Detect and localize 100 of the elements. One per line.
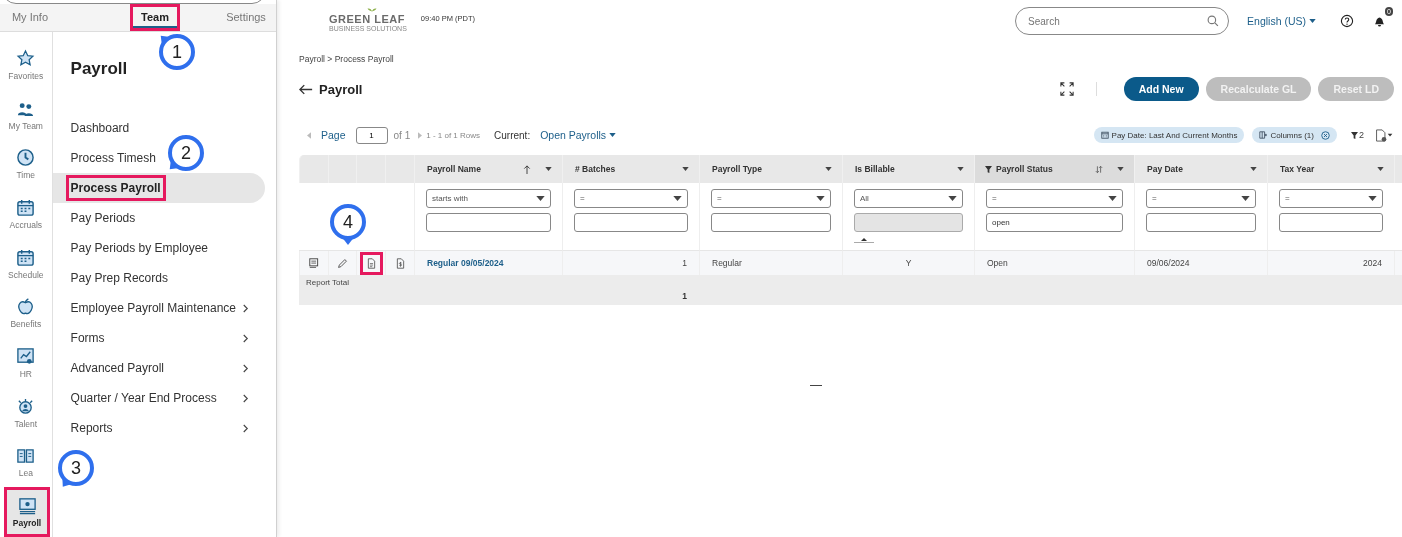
page-count: of 1 xyxy=(393,129,411,141)
menu-item[interactable]: Employee Payroll Maintenance xyxy=(70,301,236,316)
filter-value-field[interactable] xyxy=(574,213,688,232)
rail-item[interactable]: Lea xyxy=(0,437,51,488)
apple-icon xyxy=(16,297,36,317)
total-label: Report Total xyxy=(306,278,349,287)
rail-item[interactable]: My Team xyxy=(0,89,51,140)
column-header[interactable]: Pay Date xyxy=(1134,155,1267,183)
invoice-icon[interactable] xyxy=(394,257,406,269)
caret-icon[interactable] xyxy=(1377,167,1384,171)
calendar-icon xyxy=(16,247,36,267)
help-icon[interactable] xyxy=(1340,14,1354,28)
filter-value-field[interactable] xyxy=(1146,213,1256,232)
total-value: 1 xyxy=(682,291,687,301)
menu-item[interactable]: Pay Periods by Employee xyxy=(70,241,208,256)
filter-value-field[interactable] xyxy=(711,213,831,232)
export-menu-icon[interactable] xyxy=(1374,128,1394,142)
filter-value-field[interactable]: open xyxy=(986,213,1123,232)
filter-chip[interactable]: Pay Date: Last And Current Months xyxy=(1093,127,1245,143)
menu-item[interactable]: Process Timesh xyxy=(70,151,156,166)
remove-icon[interactable] xyxy=(1321,130,1330,140)
menu-item[interactable]: Dashboard xyxy=(70,121,130,136)
rail-item[interactable]: Accruals xyxy=(0,189,51,239)
nav-tab[interactable]: My Info xyxy=(0,3,60,32)
caret-icon[interactable] xyxy=(957,167,964,171)
caret-icon xyxy=(1108,196,1117,201)
filter-operator-dropdown[interactable]: = xyxy=(711,189,831,208)
menu-item[interactable]: Pay Prep Records xyxy=(70,271,168,286)
column-header[interactable]: Is Billable xyxy=(842,155,974,183)
rail-item[interactable]: Benefits xyxy=(0,288,51,339)
menu-item[interactable]: Advanced Payroll xyxy=(70,361,164,376)
filter-operator-dropdown[interactable]: = xyxy=(1146,189,1256,208)
calendar-icon xyxy=(16,198,36,218)
language-dropdown[interactable]: English (US) xyxy=(1241,14,1322,28)
filter-count: 2 xyxy=(1359,130,1364,140)
menu-item[interactable]: Pay Periods xyxy=(70,211,136,226)
monitor-icon xyxy=(17,496,37,516)
view-dropdown[interactable]: Open Payrolls xyxy=(534,128,623,142)
search-field[interactable]: Search xyxy=(1015,7,1230,35)
column-header[interactable]: Payroll Name xyxy=(414,155,562,183)
back-arrow-icon[interactable] xyxy=(299,83,313,95)
rail-item[interactable]: Talent xyxy=(0,387,51,438)
caret-icon xyxy=(536,196,545,201)
caret-icon xyxy=(1368,196,1377,201)
caret-icon[interactable] xyxy=(1117,167,1124,171)
current-view-label: Current: xyxy=(494,129,531,141)
rail-item[interactable]: Time xyxy=(0,139,51,190)
search-icon[interactable] xyxy=(1207,15,1220,27)
report-icon[interactable] xyxy=(308,257,320,269)
sort-up-icon[interactable] xyxy=(523,164,531,174)
filter-value-field[interactable] xyxy=(1279,213,1383,232)
menu-item[interactable]: Forms xyxy=(70,331,105,346)
rail-item[interactable]: Favorites xyxy=(0,40,51,90)
menu-item[interactable]: Reports xyxy=(70,421,113,436)
table-cell: Open xyxy=(974,251,1134,275)
action-button[interactable]: Add New xyxy=(1123,77,1199,101)
caret-icon[interactable] xyxy=(1250,167,1257,171)
filter-value-field[interactable] xyxy=(426,213,551,232)
caret-icon[interactable] xyxy=(825,167,832,171)
filter-operator-dropdown[interactable]: = xyxy=(986,189,1123,208)
filter-chip[interactable]: Columns (1) xyxy=(1252,127,1337,143)
menu-item[interactable]: Quarter / Year End Process xyxy=(70,391,217,406)
table-cell: Regular xyxy=(699,251,842,275)
rail-item[interactable]: Payroll xyxy=(4,487,50,537)
column-header[interactable]: Payroll Type xyxy=(699,155,842,183)
table-cell: 2024 xyxy=(1267,251,1394,275)
expand-icon[interactable] xyxy=(1059,82,1074,96)
page-label: Page xyxy=(321,129,346,141)
caret-icon xyxy=(609,133,617,137)
rail-item[interactable]: Schedule xyxy=(0,238,51,289)
filter-operator-dropdown[interactable]: = xyxy=(574,189,688,208)
chart-icon xyxy=(16,347,36,367)
clock-icon xyxy=(16,148,36,168)
column-header[interactable]: # Batches xyxy=(562,155,699,183)
breadcrumb: Payroll > Process Payroll xyxy=(299,54,395,64)
sort-icon[interactable] xyxy=(1095,164,1103,174)
page-title: Payroll xyxy=(319,81,363,97)
column-header[interactable]: Tax Year xyxy=(1267,155,1394,183)
collapse-icon[interactable] xyxy=(854,237,874,243)
star-icon xyxy=(16,48,36,68)
document-icon[interactable] xyxy=(365,257,377,269)
pencil-icon[interactable] xyxy=(337,257,348,269)
caret-icon[interactable] xyxy=(545,167,552,171)
rail-item[interactable]: HR xyxy=(0,338,51,388)
filter-operator-dropdown[interactable]: = xyxy=(1279,189,1383,208)
calendar-icon xyxy=(1100,131,1109,139)
column-header[interactable]: Payroll Status xyxy=(974,155,1134,183)
page-number-field[interactable]: 1 xyxy=(355,126,388,144)
columns-icon xyxy=(1259,131,1268,139)
caret-icon xyxy=(948,196,957,201)
resize-handle-icon[interactable] xyxy=(809,385,822,386)
filter-icon[interactable] xyxy=(1351,131,1358,139)
caret-icon[interactable] xyxy=(682,167,689,171)
nav-tab[interactable]: Settings xyxy=(216,3,276,32)
filter-operator-dropdown[interactable]: starts with xyxy=(426,189,551,208)
payroll-link[interactable]: Regular 09/05/2024 xyxy=(414,251,562,275)
row-count: 1 - 1 of 1 Rows xyxy=(426,130,481,140)
caret-icon xyxy=(1241,196,1250,201)
nav-tab[interactable]: Team xyxy=(130,3,180,32)
menu-item[interactable]: Process Payroll xyxy=(65,175,166,202)
